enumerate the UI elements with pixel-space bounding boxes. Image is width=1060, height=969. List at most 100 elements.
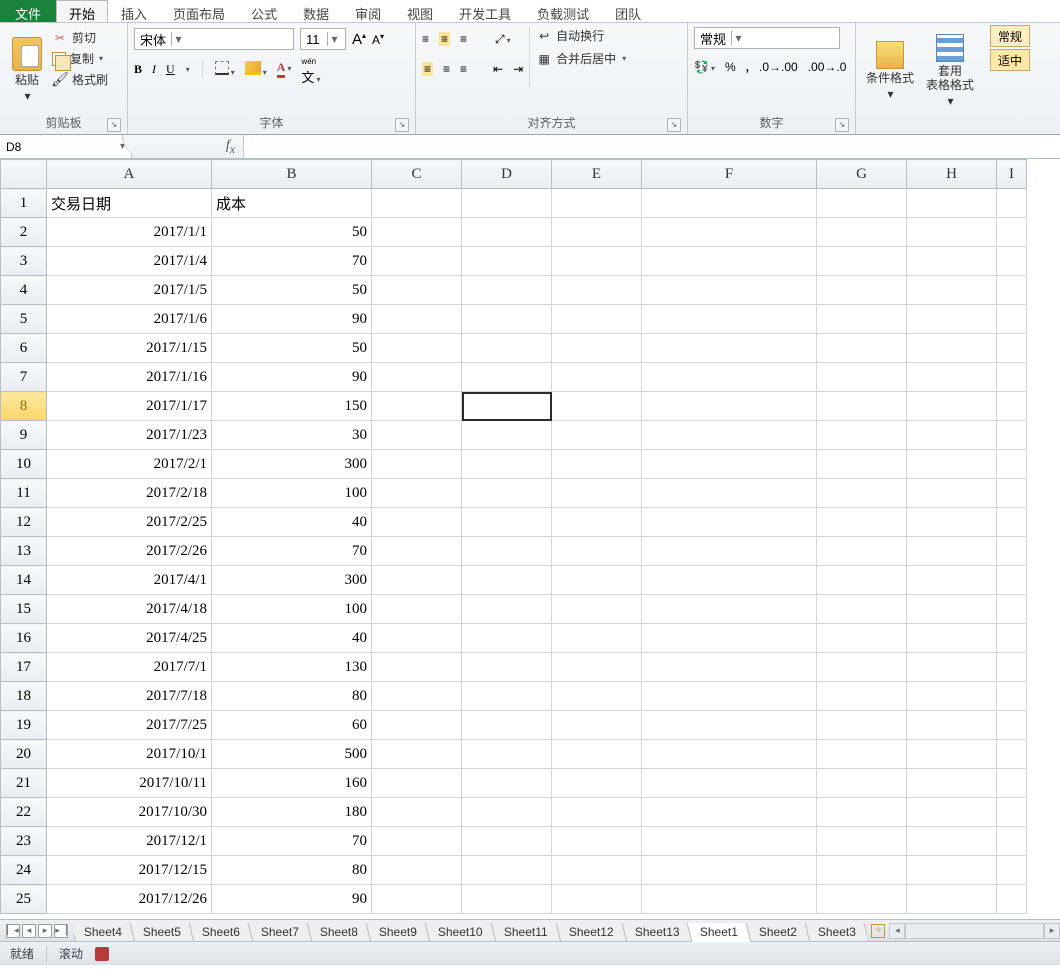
cell-I16[interactable] — [997, 624, 1027, 653]
row-header-2[interactable]: 2 — [1, 218, 47, 247]
cell-F16[interactable] — [642, 624, 817, 653]
cell-C24[interactable] — [372, 856, 462, 885]
cell-F14[interactable] — [642, 566, 817, 595]
cell-B19[interactable]: 60 — [212, 711, 372, 740]
cell-H18[interactable] — [907, 682, 997, 711]
cell-H21[interactable] — [907, 769, 997, 798]
currency-button[interactable]: 💱 — [694, 60, 715, 74]
cell-G4[interactable] — [817, 276, 907, 305]
cell-B13[interactable]: 70 — [212, 537, 372, 566]
cell-C19[interactable] — [372, 711, 462, 740]
align-middle-button[interactable]: ≡ — [439, 32, 450, 46]
cell-D18[interactable] — [462, 682, 552, 711]
cell-B9[interactable]: 30 — [212, 421, 372, 450]
cell-E4[interactable] — [552, 276, 642, 305]
cell-C4[interactable] — [372, 276, 462, 305]
cell-F22[interactable] — [642, 798, 817, 827]
format-as-table-button[interactable]: 套用 表格格式▾ — [922, 27, 978, 115]
formula-input[interactable] — [244, 135, 1060, 158]
cell-E12[interactable] — [552, 508, 642, 537]
cell-H2[interactable] — [907, 218, 997, 247]
cell-B7[interactable]: 90 — [212, 363, 372, 392]
cell-E23[interactable] — [552, 827, 642, 856]
cell-A15[interactable]: 2017/4/18 — [47, 595, 212, 624]
format-painter-button[interactable]: 🖌格式刷 — [52, 71, 108, 88]
row-header-6[interactable]: 6 — [1, 334, 47, 363]
menu-tab-负载测试[interactable]: 负载测试 — [524, 0, 602, 22]
cell-I5[interactable] — [997, 305, 1027, 334]
cell-G20[interactable] — [817, 740, 907, 769]
cell-H24[interactable] — [907, 856, 997, 885]
grow-font-button[interactable]: A▴ — [352, 31, 366, 48]
cell-H23[interactable] — [907, 827, 997, 856]
cell-B1[interactable]: 成本 — [212, 189, 372, 218]
cell-E16[interactable] — [552, 624, 642, 653]
cell-D9[interactable] — [462, 421, 552, 450]
cell-D22[interactable] — [462, 798, 552, 827]
sheet-nav-last[interactable]: ▸▕ — [54, 924, 68, 938]
cell-I1[interactable] — [997, 189, 1027, 218]
col-header-C[interactable]: C — [372, 160, 462, 189]
cell-I23[interactable] — [997, 827, 1027, 856]
worksheet-grid[interactable]: ABCDEFGHI1交易日期成本22017/1/15032017/1/47042… — [0, 159, 1060, 919]
cell-D6[interactable] — [462, 334, 552, 363]
cell-G13[interactable] — [817, 537, 907, 566]
row-header-15[interactable]: 15 — [1, 595, 47, 624]
cell-H5[interactable] — [907, 305, 997, 334]
cell-I2[interactable] — [997, 218, 1027, 247]
cell-H17[interactable] — [907, 653, 997, 682]
row-header-10[interactable]: 10 — [1, 450, 47, 479]
cell-C1[interactable] — [372, 189, 462, 218]
cell-F15[interactable] — [642, 595, 817, 624]
hscroll-left[interactable]: ◂ — [889, 923, 905, 939]
cell-B6[interactable]: 50 — [212, 334, 372, 363]
cell-H10[interactable] — [907, 450, 997, 479]
cell-C3[interactable] — [372, 247, 462, 276]
cell-C2[interactable] — [372, 218, 462, 247]
col-header-B[interactable]: B — [212, 160, 372, 189]
cell-F8[interactable] — [642, 392, 817, 421]
cell-F21[interactable] — [642, 769, 817, 798]
sheet-tab-Sheet2[interactable]: Sheet2 — [746, 923, 811, 942]
inc-decimal-button[interactable]: .0→.00 — [759, 60, 798, 74]
cell-A11[interactable]: 2017/2/18 — [47, 479, 212, 508]
cell-A22[interactable]: 2017/10/30 — [47, 798, 212, 827]
menu-tab-审阅[interactable]: 审阅 — [342, 0, 394, 22]
cell-H8[interactable] — [907, 392, 997, 421]
cell-G18[interactable] — [817, 682, 907, 711]
cell-D25[interactable] — [462, 885, 552, 914]
cell-C23[interactable] — [372, 827, 462, 856]
row-header-9[interactable]: 9 — [1, 421, 47, 450]
cell-G17[interactable] — [817, 653, 907, 682]
cell-H25[interactable] — [907, 885, 997, 914]
cell-A13[interactable]: 2017/2/26 — [47, 537, 212, 566]
cell-B8[interactable]: 150 — [212, 392, 372, 421]
cell-B24[interactable]: 80 — [212, 856, 372, 885]
indent-inc-button[interactable]: ⇥ — [513, 62, 523, 76]
cell-A25[interactable]: 2017/12/26 — [47, 885, 212, 914]
comma-button[interactable]: , — [746, 60, 749, 74]
font-launcher[interactable]: ↘ — [395, 118, 409, 132]
cell-E3[interactable] — [552, 247, 642, 276]
menu-file[interactable]: 文件 — [0, 0, 56, 22]
cell-I11[interactable] — [997, 479, 1027, 508]
name-box[interactable]: D8 ▾ — [0, 135, 132, 158]
row-header-23[interactable]: 23 — [1, 827, 47, 856]
cell-A7[interactable]: 2017/1/16 — [47, 363, 212, 392]
cell-C21[interactable] — [372, 769, 462, 798]
cell-H6[interactable] — [907, 334, 997, 363]
sheet-tab-Sheet10[interactable]: Sheet10 — [425, 923, 496, 942]
sheet-tab-Sheet3[interactable]: Sheet3 — [805, 923, 867, 942]
cell-F6[interactable] — [642, 334, 817, 363]
cell-H15[interactable] — [907, 595, 997, 624]
cell-G22[interactable] — [817, 798, 907, 827]
percent-button[interactable]: % — [725, 60, 736, 74]
cell-I10[interactable] — [997, 450, 1027, 479]
merge-center-button[interactable]: ▦合并后居中 — [536, 50, 626, 67]
cell-A1[interactable]: 交易日期 — [47, 189, 212, 218]
col-header-G[interactable]: G — [817, 160, 907, 189]
cell-A16[interactable]: 2017/4/25 — [47, 624, 212, 653]
cell-B22[interactable]: 180 — [212, 798, 372, 827]
cell-E25[interactable] — [552, 885, 642, 914]
cell-A2[interactable]: 2017/1/1 — [47, 218, 212, 247]
